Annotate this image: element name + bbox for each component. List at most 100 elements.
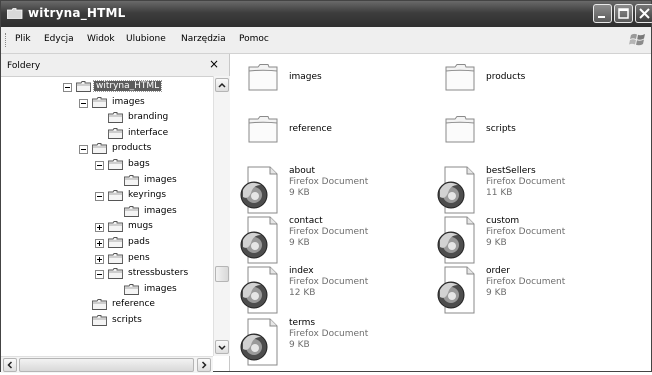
folders-pane-title: Foldery	[7, 61, 41, 71]
expand-plus-icon[interactable]	[95, 254, 104, 264]
menu-narzedzia[interactable]: Narzędzia	[181, 34, 226, 44]
collapse-minus-icon[interactable]	[95, 192, 104, 202]
collapse-minus-icon[interactable]	[79, 98, 88, 108]
file-item[interactable]: custom Firefox Document 9 KB	[431, 216, 621, 264]
menu-pomoc[interactable]: Pomoc	[239, 34, 269, 44]
file-item[interactable]: index Firefox Document 12 KB	[234, 266, 424, 314]
file-type: Firefox Document	[289, 277, 369, 287]
file-type: Firefox Document	[289, 227, 369, 237]
file-name: bestSellers	[486, 166, 536, 176]
maximize-icon	[618, 8, 629, 19]
collapse-minus-icon[interactable]	[95, 161, 104, 170]
folder-icon	[108, 127, 123, 139]
folder-name: scripts	[486, 124, 516, 134]
file-item[interactable]: terms Firefox Document 9 KB	[234, 318, 424, 366]
file-type: Firefox Document	[486, 227, 566, 237]
firefox-document-icon	[437, 266, 475, 314]
chevron-down-icon	[218, 345, 226, 351]
toolbar-grip[interactable]	[5, 33, 8, 47]
file-name: index	[289, 266, 314, 276]
close-window-button[interactable]	[635, 4, 652, 23]
folder-icon	[108, 268, 123, 280]
chevron-up-icon	[218, 82, 226, 88]
tree-item-label: images	[144, 283, 177, 294]
tree-item-label: interface	[128, 127, 169, 138]
folder-icon	[7, 8, 23, 19]
firefox-document-icon	[240, 266, 278, 314]
folder-item[interactable]: scripts	[431, 112, 621, 160]
folder-item[interactable]: reference	[234, 112, 424, 160]
tree-item-label: witryna_HTML	[92, 80, 163, 92]
maximize-button[interactable]	[614, 4, 633, 23]
folder-icon	[108, 159, 123, 170]
minimize-button[interactable]	[593, 4, 612, 23]
tree-item-label: bags	[128, 159, 150, 169]
folder-icon	[248, 64, 278, 91]
folder-icon	[248, 116, 278, 143]
file-size: 11 KB	[486, 188, 513, 198]
folder-icon	[108, 221, 123, 233]
tree-item-label: pens	[128, 252, 150, 263]
firefox-document-icon	[437, 166, 475, 214]
folder-icon	[124, 174, 139, 186]
menu-bar: Plik Edycja Widok Ulubione Narzędzia Pom…	[1, 27, 651, 54]
scroll-down-button[interactable]	[215, 340, 229, 354]
file-size: 9 KB	[289, 188, 310, 198]
collapse-minus-icon[interactable]	[95, 270, 104, 280]
folder-icon	[76, 81, 91, 92]
firefox-document-icon	[240, 216, 278, 264]
menu-ulubione[interactable]: Ulubione	[126, 34, 166, 44]
folder-item[interactable]: products	[431, 60, 621, 108]
menu-edycja[interactable]: Edycja	[44, 34, 74, 44]
folder-name: images	[289, 72, 322, 82]
scroll-up-button[interactable]	[215, 78, 229, 92]
menu-widok[interactable]: Widok	[87, 34, 115, 44]
collapse-minus-icon[interactable]	[79, 145, 88, 155]
file-size: 9 KB	[486, 238, 507, 248]
tree-horizontal-scrollbar[interactable]	[1, 356, 213, 373]
folder-icon	[124, 283, 139, 295]
close-folders-pane-button[interactable]: ×	[209, 57, 219, 71]
tree-item-label: pads	[128, 237, 150, 247]
folder-contents: images products reference scripts about Firef…	[230, 54, 651, 371]
collapse-minus-icon[interactable]	[63, 83, 72, 92]
file-type: Firefox Document	[486, 277, 566, 287]
firefox-document-icon	[240, 166, 278, 214]
title-bar[interactable]: witryna_HTML	[1, 1, 652, 27]
file-item[interactable]: bestSellers Firefox Document 11 KB	[431, 166, 621, 214]
tree-item-label: mugs	[128, 221, 153, 232]
folder-icon	[445, 64, 475, 91]
tree-vertical-scrollbar[interactable]	[213, 76, 230, 356]
scroll-right-button[interactable]	[197, 358, 211, 372]
tree-item-label: images	[112, 96, 145, 107]
expand-plus-icon[interactable]	[95, 239, 104, 248]
file-size: 9 KB	[289, 238, 310, 248]
scroll-left-button[interactable]	[3, 358, 17, 372]
folder-icon	[92, 315, 107, 326]
tree-item-label: images	[144, 174, 177, 185]
folders-pane: Foldery × witryna_HTML images branding inte…	[1, 54, 230, 373]
menu-plik[interactable]: Plik	[15, 34, 31, 44]
tree-item-label: scripts	[112, 315, 142, 325]
file-size: 9 KB	[486, 288, 507, 298]
window-title: witryna_HTML	[28, 6, 126, 20]
expand-plus-icon[interactable]	[95, 223, 104, 233]
file-type: Firefox Document	[289, 329, 369, 339]
file-type: Firefox Document	[289, 177, 369, 187]
folder-item[interactable]: images	[234, 60, 424, 108]
firefox-document-icon	[240, 318, 278, 366]
file-type: Firefox Document	[486, 177, 566, 187]
folders-pane-header: Foldery ×	[1, 54, 229, 77]
tree-item-label: keyrings	[128, 190, 167, 201]
tree-item-label: stressbusters	[128, 268, 189, 279]
folder-name: reference	[289, 124, 332, 134]
file-item[interactable]: order Firefox Document 9 KB	[431, 266, 621, 314]
explorer-window: witryna_HTML Plik Edycja Widok Ulubione …	[0, 0, 652, 373]
horizontal-scroll-thumb[interactable]	[19, 358, 194, 372]
file-size: 12 KB	[289, 288, 316, 298]
folder-icon	[92, 143, 107, 155]
file-item[interactable]: contact Firefox Document 9 KB	[234, 216, 424, 264]
folder-tree: witryna_HTML images branding interface produ…	[1, 76, 213, 356]
vertical-scroll-thumb[interactable]	[215, 266, 229, 282]
file-item[interactable]: about Firefox Document 9 KB	[234, 166, 424, 214]
